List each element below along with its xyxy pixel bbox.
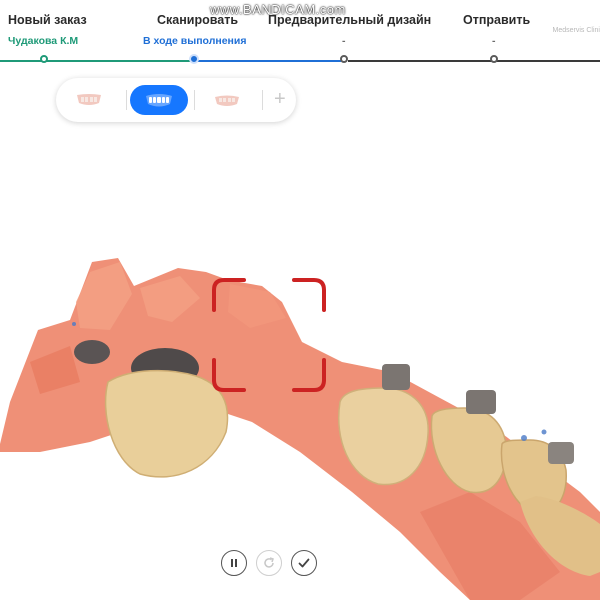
step-scan-title[interactable]: Сканировать [157,13,238,27]
bite-mode-button[interactable] [198,85,256,115]
step-send-title[interactable]: Отправить [463,13,530,27]
add-mode-button[interactable]: + [274,87,286,111]
step-send-status: - [492,35,496,47]
step-design-status: - [342,35,346,47]
upper-jaw-icon [77,94,101,105]
pause-button[interactable] [221,550,247,576]
mode-divider [262,90,263,110]
progress-stepper: www.BANDICAM.com Новый заказ Чудакова К.… [0,0,600,72]
redo-button[interactable] [256,550,282,576]
step-node-new-order[interactable] [40,55,48,63]
step-new-order-patient: Чудакова К.М [8,35,79,47]
redo-icon [264,557,274,568]
scan-focus-frame [212,278,326,392]
brand-label: Medservis Clini [552,27,600,34]
step-node-design[interactable] [340,55,348,63]
progress-line-done [0,60,190,62]
step-scan-status: В ходе выполнения [143,35,247,47]
progress-line-active [195,60,341,62]
scan-mode-selector: + [56,78,296,122]
scan-viewport[interactable] [0,72,600,600]
pause-icon [231,559,237,567]
step-node-send[interactable] [490,55,498,63]
step-design-title[interactable]: Предварительный дизайн [268,13,431,27]
bite-icon [215,95,239,106]
progress-line-pending [348,60,600,62]
mode-divider [126,90,127,110]
step-new-order-title[interactable]: Новый заказ [8,13,87,27]
step-node-scan[interactable] [189,54,199,64]
lower-jaw-icon [146,94,172,107]
check-icon [298,558,310,568]
mode-divider [194,90,195,110]
lower-jaw-mode-button[interactable] [130,85,188,115]
upper-jaw-mode-button[interactable] [60,85,118,115]
confirm-button[interactable] [291,550,317,576]
